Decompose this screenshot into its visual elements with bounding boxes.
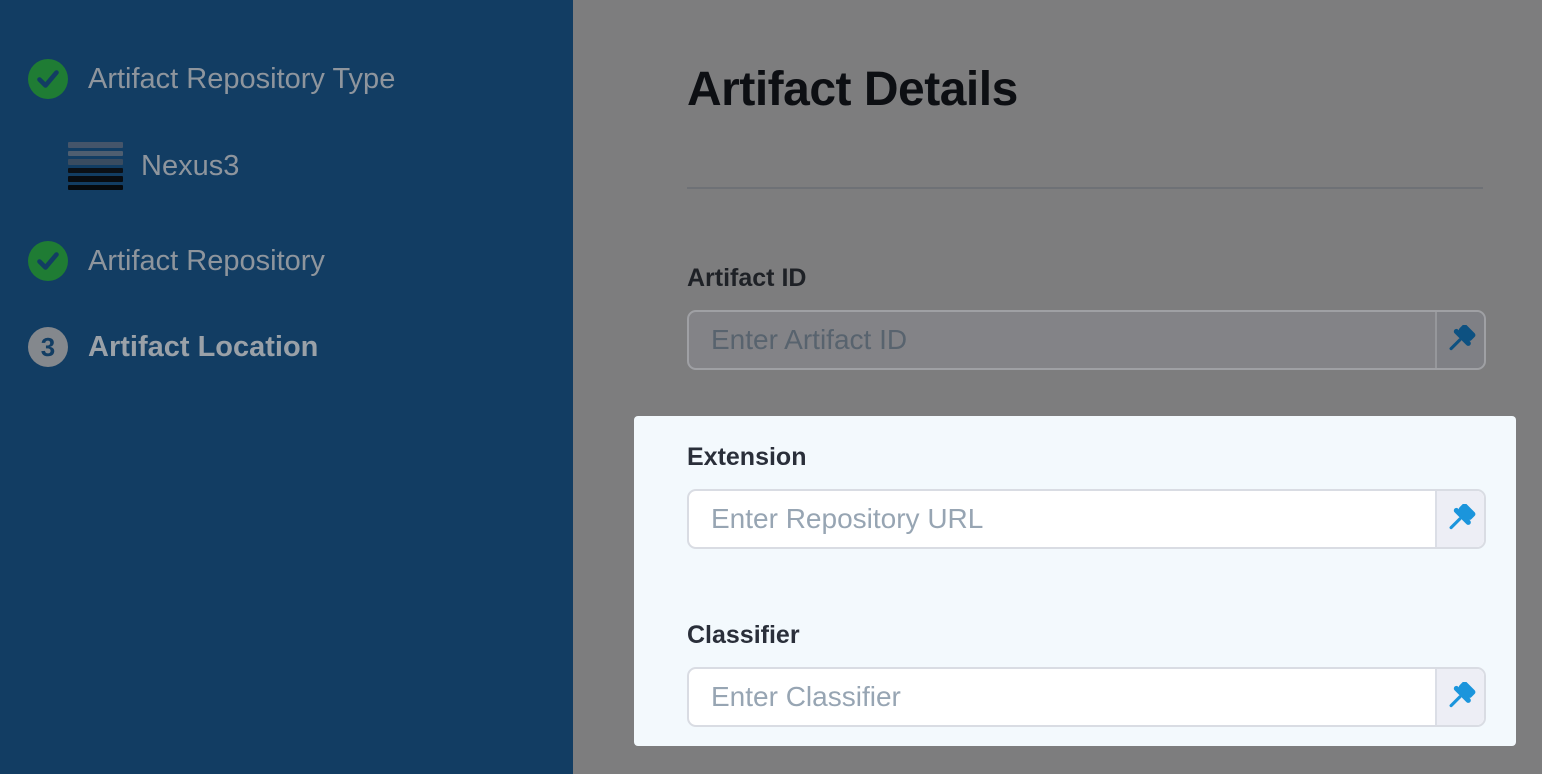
step-label: Artifact Repository Type (88, 63, 395, 96)
artifact-wizard-screen: Artifact Repository Type Nexus3 Artifact… (0, 0, 1542, 774)
classifier-pin-button[interactable] (1435, 669, 1484, 725)
page-title: Artifact Details (687, 62, 1018, 117)
extension-field-group: Extension (687, 443, 1486, 549)
artifact-id-pin-button[interactable] (1435, 312, 1484, 368)
substep-label: Nexus3 (141, 150, 239, 183)
step-number-badge: 3 (28, 327, 68, 367)
tour-spotlight-box: Extension Classifier (634, 416, 1516, 746)
sidebar-step-artifact-repository[interactable]: Artifact Repository (28, 241, 325, 281)
step-complete-check-icon (28, 241, 68, 281)
extension-label: Extension (687, 443, 1486, 472)
artifact-id-field-group: Artifact ID (687, 264, 1486, 370)
extension-input[interactable] (689, 491, 1435, 547)
step-label: Artifact Repository (88, 245, 325, 278)
pushpin-icon (1445, 504, 1476, 535)
sidebar-step-artifact-location[interactable]: 3 Artifact Location (28, 327, 318, 367)
classifier-input[interactable] (689, 669, 1435, 725)
artifact-id-label: Artifact ID (687, 264, 1486, 293)
sidebar-substep-nexus3[interactable]: Nexus3 (68, 142, 239, 190)
wizard-step-sidebar: Artifact Repository Type Nexus3 Artifact… (0, 0, 573, 774)
extension-pin-button[interactable] (1435, 491, 1484, 547)
pushpin-icon (1445, 682, 1476, 713)
step-complete-check-icon (28, 59, 68, 99)
sidebar-step-artifact-repository-type[interactable]: Artifact Repository Type (28, 59, 395, 99)
extension-input-wrap (687, 489, 1486, 549)
step-label: Artifact Location (88, 331, 318, 364)
classifier-field-group: Classifier (687, 621, 1486, 727)
nexus3-logo-icon (68, 142, 123, 190)
artifact-id-input[interactable] (689, 312, 1435, 368)
pushpin-icon (1445, 325, 1476, 356)
classifier-input-wrap (687, 667, 1486, 727)
title-divider (687, 187, 1483, 189)
classifier-label: Classifier (687, 621, 1486, 650)
artifact-id-input-wrap (687, 310, 1486, 370)
